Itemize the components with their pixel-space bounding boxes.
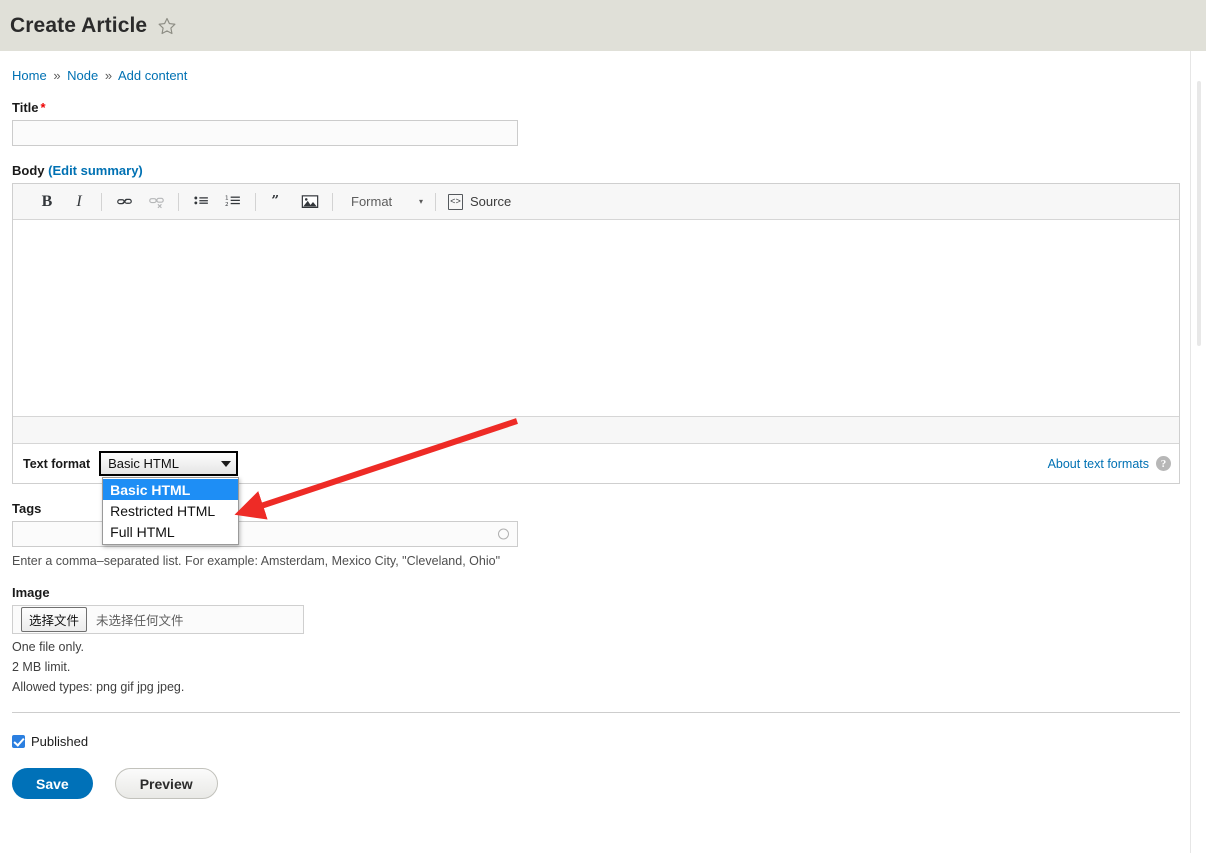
bold-button[interactable]: B: [34, 190, 60, 214]
chevron-down-icon: ▾: [418, 197, 423, 206]
vertical-scrollbar[interactable]: [1190, 51, 1206, 853]
bulleted-list-icon[interactable]: [188, 190, 214, 214]
source-code-icon: <>: [448, 193, 463, 210]
body-editable-area[interactable]: [13, 220, 1179, 416]
image-description-one-file: One file only.: [12, 640, 85, 654]
tags-field-wrap: [12, 521, 518, 547]
breadcrumb-separator: »: [104, 68, 113, 83]
source-button-label: Source: [470, 194, 512, 209]
form-actions: Save Preview: [12, 768, 1194, 799]
italic-button[interactable]: I: [66, 190, 92, 214]
image-description-allowed-types: Allowed types: png gif jpg jpeg.: [12, 680, 185, 694]
node-form: Title * Body (Edit summary) B I 1 2 ” Fo…: [0, 100, 1206, 799]
text-format-bar: Text format Basic HTML Basic HTML Restri…: [13, 444, 1179, 545]
image-file-input[interactable]: 选择文件 未选择任何文件: [12, 605, 304, 634]
chevron-down-icon: [221, 460, 232, 467]
editor-statusbar: [13, 416, 1179, 444]
loading-circle-icon: [498, 528, 509, 540]
title-label-text: Title: [12, 100, 39, 115]
editor-toolbar: B I 1 2 ” Format ▾ <> Source: [13, 184, 1179, 220]
blockquote-icon[interactable]: ”: [265, 190, 291, 214]
breadcrumb: Home » Node » Add content: [0, 51, 1206, 83]
text-format-select[interactable]: Basic HTML: [99, 451, 239, 476]
format-dropdown-label: Format: [351, 194, 393, 209]
text-format-selected-value: Basic HTML: [108, 456, 179, 471]
section-divider: [12, 712, 1180, 713]
link-icon[interactable]: [111, 190, 137, 214]
title-label: Title *: [12, 100, 1194, 115]
title-input[interactable]: [12, 120, 518, 146]
image-description-size-limit: 2 MB limit.: [12, 660, 71, 674]
about-text-formats-link[interactable]: About text formats: [1048, 457, 1149, 471]
source-button[interactable]: <> Source: [442, 193, 517, 210]
published-checkbox[interactable]: [12, 735, 25, 748]
edit-summary-link[interactable]: (Edit summary): [48, 163, 143, 178]
choose-file-button[interactable]: 选择文件: [21, 607, 88, 632]
toolbar-separator: [178, 192, 179, 211]
image-icon[interactable]: [297, 190, 323, 214]
breadcrumb-item-add-content[interactable]: Add content: [118, 68, 187, 83]
tags-description: Enter a comma–separated list. For exampl…: [12, 554, 501, 568]
toolbar-separator: [332, 192, 333, 211]
option-basic-html[interactable]: Basic HTML: [103, 479, 239, 500]
breadcrumb-item-node[interactable]: Node: [67, 68, 98, 83]
image-label: Image: [12, 585, 50, 600]
text-format-select-wrap: Basic HTML Basic HTML Restricted HTML Fu…: [99, 451, 240, 545]
page-title: Create Article: [10, 13, 148, 37]
numbered-list-icon[interactable]: 1 2: [220, 190, 246, 214]
published-row: Published: [12, 734, 1194, 749]
save-button[interactable]: Save: [12, 768, 93, 799]
option-restricted-html[interactable]: Restricted HTML: [103, 500, 238, 521]
toolbar-separator: [101, 192, 102, 211]
svg-text:”: ”: [271, 193, 279, 208]
option-full-html[interactable]: Full HTML: [103, 521, 238, 542]
breadcrumb-item-home[interactable]: Home: [12, 68, 47, 83]
no-file-selected-text: 未选择任何文件: [96, 614, 184, 628]
text-format-label: Text format: [23, 456, 91, 471]
svg-text:2: 2: [225, 202, 229, 208]
tags-input[interactable]: [12, 521, 518, 547]
scrollbar-thumb[interactable]: [1197, 81, 1201, 346]
toolbar-separator: [435, 192, 436, 211]
format-dropdown[interactable]: Format ▾: [339, 190, 429, 214]
question-mark-icon[interactable]: ?: [1156, 456, 1171, 471]
preview-button[interactable]: Preview: [114, 768, 218, 799]
body-label: Body (Edit summary): [12, 163, 1194, 178]
unlink-icon: [143, 190, 169, 214]
page-header: Create Article: [0, 0, 1206, 51]
star-outline-icon[interactable]: [157, 16, 177, 36]
body-editor: B I 1 2 ” Format ▾ <> Source Text format…: [12, 183, 1180, 545]
body-label-text: Body: [12, 163, 45, 178]
published-label: Published: [31, 734, 89, 749]
breadcrumb-separator: »: [53, 68, 61, 83]
text-format-options-menu[interactable]: Basic HTML Restricted HTML Full HTML: [102, 477, 240, 545]
required-marker: *: [40, 100, 46, 115]
about-text-formats: About text formats ?: [1048, 456, 1171, 471]
svg-text:1: 1: [225, 195, 229, 201]
toolbar-separator: [255, 192, 256, 211]
